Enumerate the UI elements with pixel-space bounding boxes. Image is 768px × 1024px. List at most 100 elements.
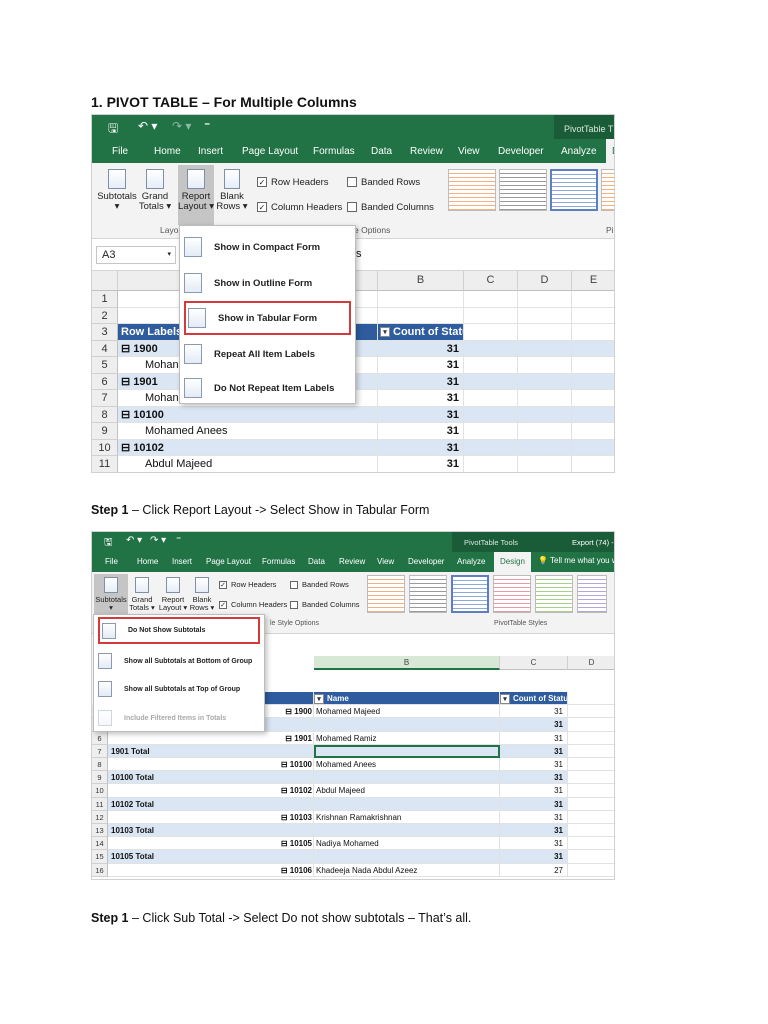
tab-data[interactable]: Data [371,146,392,157]
blank-rows-button[interactable]: Blank Rows ▾ [188,577,216,613]
cell[interactable] [572,423,614,440]
row-header[interactable]: 7 [92,390,118,407]
pivot-code-cell[interactable]: ⊟ 10102 [264,784,314,798]
cell[interactable] [572,291,614,308]
filter-dropdown-icon[interactable]: ▾ [500,693,510,704]
style-swatch[interactable] [448,169,496,211]
row-header[interactable]: 8 [92,406,118,423]
pivot-count-cell[interactable]: 31 [500,718,568,732]
pivot-row-count[interactable]: 31 [378,406,464,423]
undo-icon[interactable]: ↶ ▾ [138,119,157,133]
pivot-count-cell[interactable]: 31 [500,705,568,719]
cell[interactable] [572,390,614,407]
row-header[interactable]: 7 [92,744,108,758]
style-swatch[interactable] [550,169,598,211]
cell[interactable] [464,324,518,341]
cell[interactable] [568,837,614,851]
cell[interactable] [568,758,614,772]
tab-file[interactable]: File [112,146,128,157]
pivot-name-cell[interactable] [314,718,500,732]
pivot-code-cell[interactable]: ⊟ 10103 [264,810,314,824]
pivot-code-cell[interactable]: ⊟ 10105 [264,837,314,851]
pivot-code-cell[interactable]: ⊟ 1900 [264,705,314,719]
cell[interactable] [568,850,614,864]
menu-item-subtotals-bottom[interactable]: Show all Subtotals at Bottom of Group [98,647,260,675]
style-swatch[interactable] [451,575,489,613]
row-header[interactable]: 4 [92,340,118,357]
undo-icon[interactable]: ↶ ▾ [126,535,142,546]
pivot-count-cell[interactable]: 31 [500,810,568,824]
pivot-code-cell[interactable]: ⊟ 10100 [264,758,314,772]
cell[interactable] [568,864,614,877]
row-header[interactable]: 2 [92,307,118,324]
cell[interactable] [464,439,518,456]
cell[interactable] [568,811,614,824]
pivot-count-cell[interactable]: 27 [500,863,568,877]
pivot-row-count[interactable]: 31 [378,340,464,357]
column-header-b[interactable]: B [314,656,500,670]
pivot-name-cell[interactable]: Mohamed Ramiz [314,731,500,745]
style-swatch[interactable] [577,575,607,613]
pivot-code-cell[interactable] [264,718,314,732]
tab-analyze[interactable]: Analyze [561,146,597,157]
cell[interactable] [464,390,518,407]
pivot-code-cell[interactable] [264,771,314,785]
cell[interactable] [464,423,518,440]
pivot-header-count[interactable]: ▾Count of Status [500,692,568,706]
column-headers-checkbox[interactable]: ✓ Column Headers [219,600,287,610]
style-swatch[interactable] [535,575,573,613]
cell[interactable] [518,291,572,308]
row-header[interactable]: 3 [92,324,118,341]
menu-item-subtotals-top[interactable]: Show all Subtotals at Top of Group [98,675,260,703]
pivot-code-cell[interactable] [264,850,314,864]
tab-design[interactable]: D [606,139,614,163]
pivot-count-cell[interactable]: 31 [500,771,568,785]
save-icon[interactable]: 🖫 [108,119,118,140]
cell[interactable] [464,456,518,472]
pivot-header-name[interactable]: ▾ Name [314,692,500,706]
cell[interactable] [464,307,518,324]
cell[interactable] [464,357,518,374]
pivot-count-cell[interactable]: 31 [500,824,568,838]
tab-file[interactable]: File [105,557,118,566]
name-box[interactable]: A3 ▾ [96,246,176,264]
tell-me-box[interactable]: 💡 Tell me what you wa [538,556,614,565]
row-header[interactable]: 9 [92,771,108,785]
row-header[interactable]: 6 [92,373,118,390]
cell[interactable] [568,718,614,732]
pivot-row-count[interactable]: 31 [378,373,464,390]
row-header[interactable]: 14 [92,837,108,851]
row-header[interactable]: 16 [92,863,108,877]
cell[interactable] [568,745,614,758]
pivot-code-cell[interactable] [264,797,314,811]
pivot-name-cell[interactable]: Abdul Majeed [314,784,500,798]
cell[interactable] [518,324,572,341]
cell[interactable] [518,340,572,357]
cell[interactable] [518,439,572,456]
report-layout-button[interactable]: Report Layout ▾ [158,577,188,613]
select-all-corner[interactable] [92,271,118,291]
cell[interactable] [572,340,614,357]
cell[interactable] [568,798,614,811]
redo-icon[interactable]: ↷ ▾ [172,119,191,133]
cell[interactable] [572,357,614,374]
style-swatch[interactable] [409,575,447,613]
tab-formulas[interactable]: Formulas [262,557,295,566]
cell[interactable] [464,291,518,308]
pivot-count-cell[interactable]: 31 [500,731,568,745]
tab-view[interactable]: View [377,557,394,566]
customize-qat-icon[interactable]: ⁼ [204,119,210,133]
tab-view[interactable]: View [458,146,480,157]
tab-analyze[interactable]: Analyze [457,557,485,566]
row-headers-checkbox[interactable]: ✓ Row Headers [257,177,329,188]
row-header[interactable]: 9 [92,423,118,440]
banded-columns-checkbox[interactable]: Banded Columns [290,600,360,610]
pivot-name-cell[interactable] [314,797,500,811]
report-layout-button[interactable]: Report Layout ▾ [178,165,214,225]
pivot-code-cell[interactable] [264,824,314,838]
style-swatch[interactable] [493,575,531,613]
column-header-c[interactable]: C [464,271,518,291]
pivot-row-label[interactable]: ⊟ 10100 [118,406,378,423]
cell[interactable] [568,705,614,719]
pivot-count-cell[interactable]: 31 [500,744,568,758]
